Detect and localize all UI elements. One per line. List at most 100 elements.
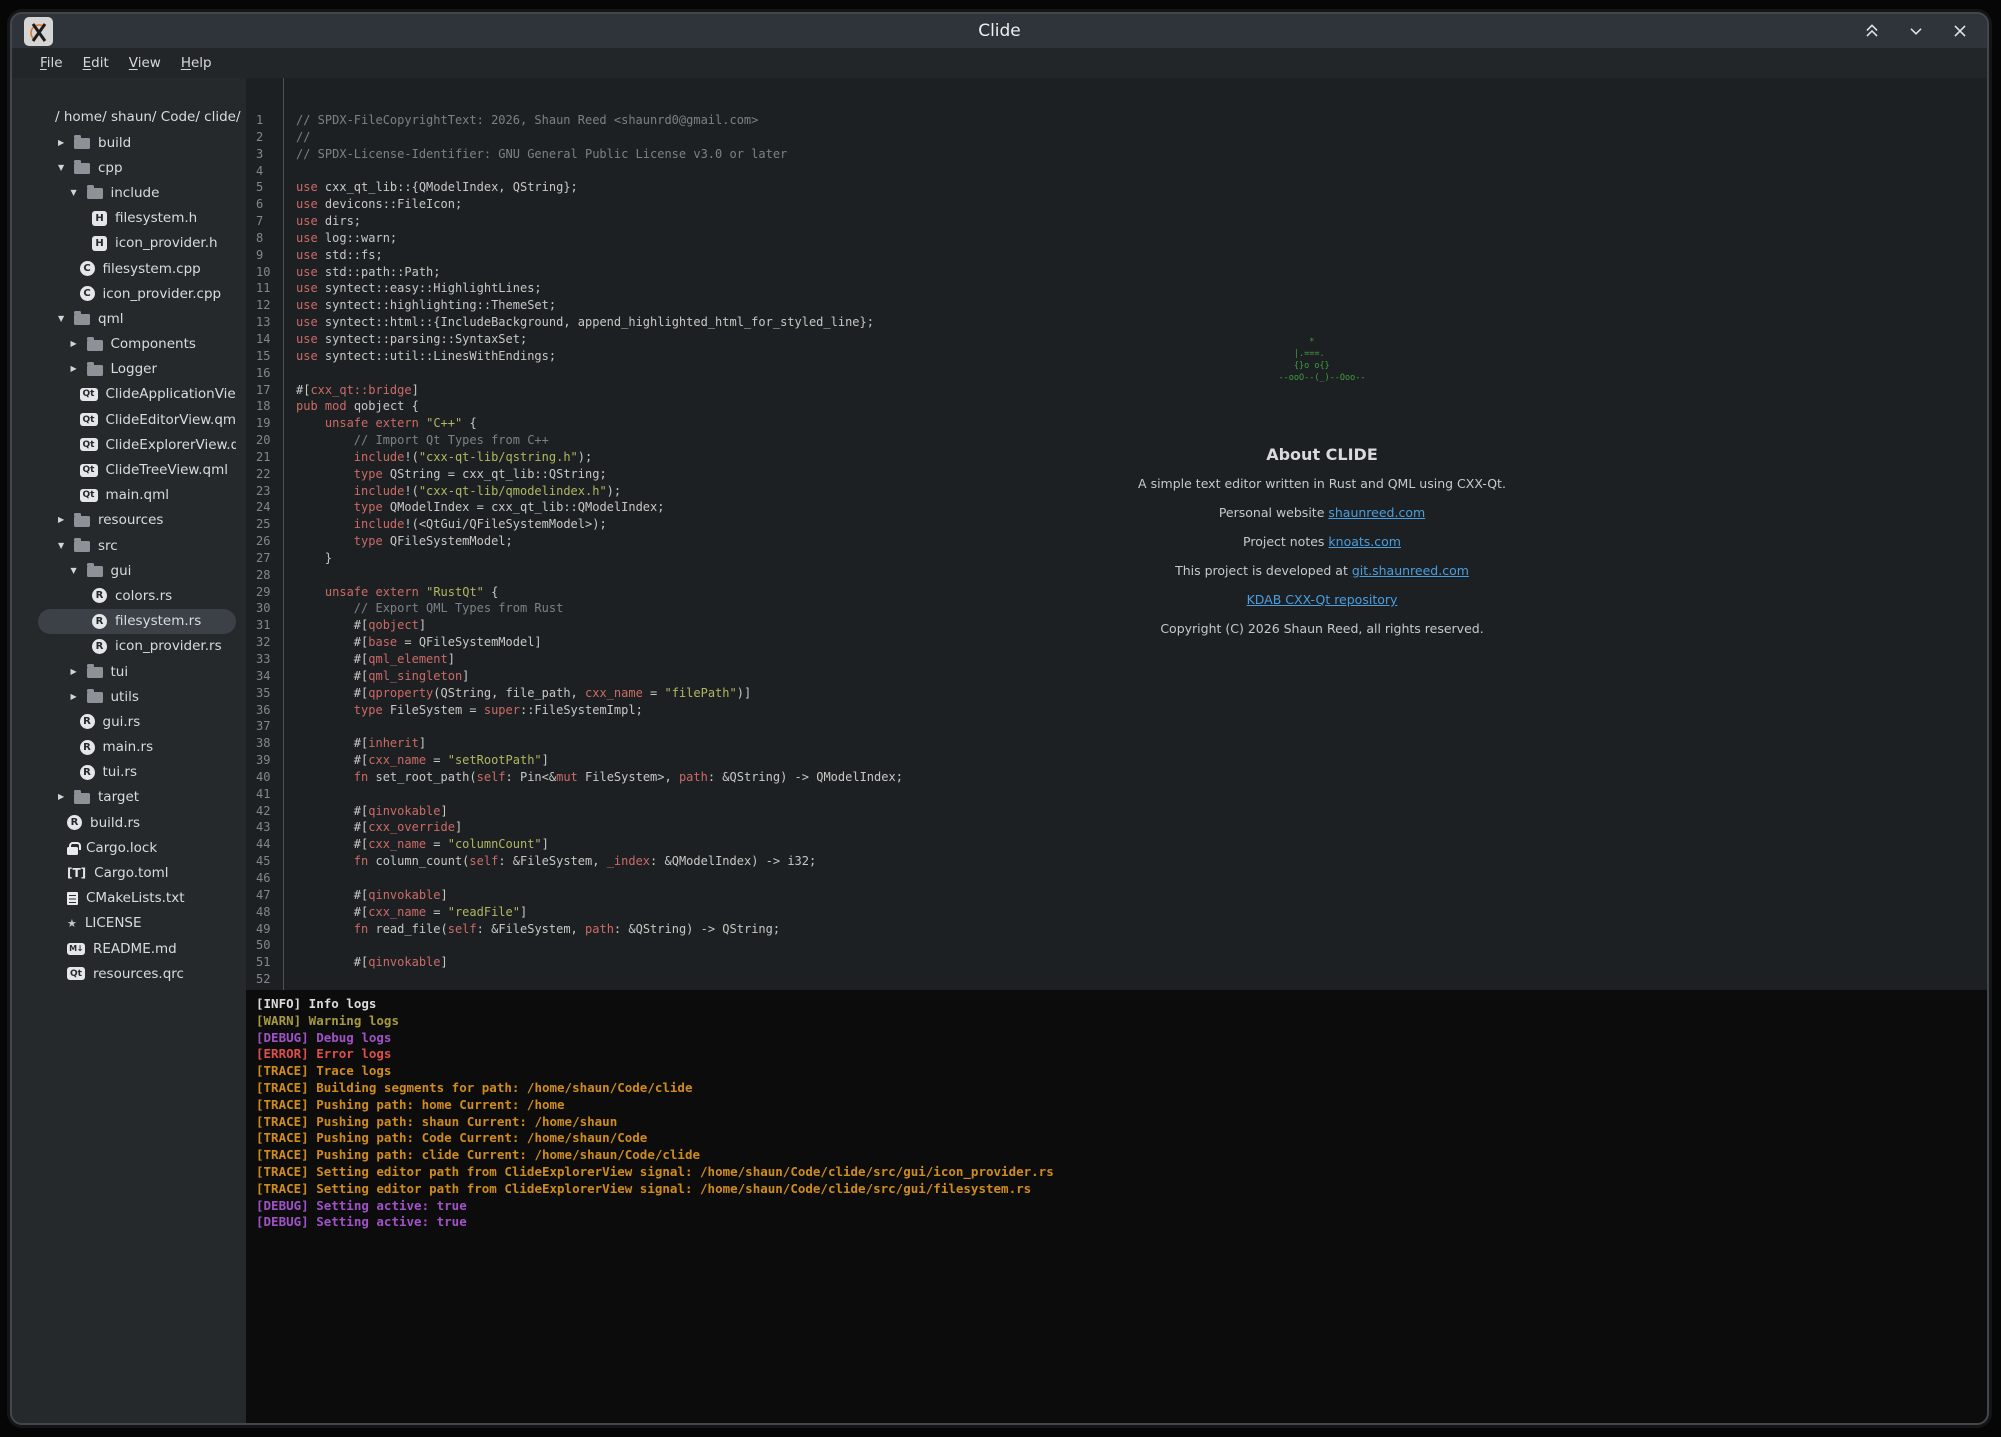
expand-arrow-icon[interactable]: ▶ (71, 340, 87, 348)
tree-item-icon_provider.h[interactable]: Hicon_provider.h (38, 231, 236, 256)
code-line[interactable]: 48 #[cxx_name = "readFile"] (246, 904, 1987, 921)
code-line-text[interactable]: #[cxx_name = "readFile"] (284, 904, 527, 921)
expand-arrow-icon[interactable]: ▶ (58, 139, 74, 147)
code-line-text[interactable] (284, 937, 303, 954)
shade-button[interactable] (1863, 22, 1881, 40)
code-line-text[interactable]: use syntect::html::{IncludeBackground, a… (284, 314, 874, 331)
tree-item-build[interactable]: ▶build (38, 130, 236, 155)
code-line-text[interactable]: #[qinvokable] (284, 887, 448, 904)
code-line[interactable]: 45 fn column_count(self: &FileSystem, _i… (246, 853, 1987, 870)
code-line-text[interactable]: #[qinvokable] (284, 803, 448, 820)
code-line[interactable]: 40 fn set_root_path(self: Pin<&mut FileS… (246, 769, 1987, 786)
tree-item-include[interactable]: ▼include (38, 180, 236, 205)
code-line[interactable]: 5use cxx_qt_lib::{QModelIndex, QString}; (246, 179, 1987, 196)
code-line[interactable]: 1// SPDX-FileCopyrightText: 2026, Shaun … (246, 112, 1987, 129)
code-line[interactable]: 3// SPDX-License-Identifier: GNU General… (246, 146, 1987, 163)
code-line[interactable]: 12use syntect::highlighting::ThemeSet; (246, 297, 1987, 314)
code-line[interactable]: 50 (246, 937, 1987, 954)
tree-item-ClideApplicationView.qml[interactable]: QtClideApplicationView.qml (38, 382, 236, 407)
tree-item-target[interactable]: ▶target (38, 785, 236, 810)
code-line[interactable]: 44 #[cxx_name = "columnCount"] (246, 836, 1987, 853)
code-line-text[interactable]: #[cxx_qt::bridge] (284, 382, 419, 399)
code-line-text[interactable]: // SPDX-FileCopyrightText: 2026, Shaun R… (284, 112, 758, 129)
menu-file[interactable]: File (30, 51, 73, 75)
code-line-text[interactable]: include!("cxx-qt-lib/qmodelindex.h"); (284, 483, 621, 500)
code-line[interactable]: 47 #[qinvokable] (246, 887, 1987, 904)
code-line-text[interactable]: #[qml_singleton] (284, 668, 469, 685)
tree-item-colors.rs[interactable]: Rcolors.rs (38, 583, 236, 608)
menu-view[interactable]: View (119, 51, 171, 75)
tree-item-src[interactable]: ▼src (38, 533, 236, 558)
code-line[interactable]: 46 (246, 870, 1987, 887)
code-line-text[interactable]: fn set_root_path(self: Pin<&mut FileSyst… (284, 769, 903, 786)
code-line-text[interactable]: #[cxx_name = "columnCount"] (284, 836, 549, 853)
tree-item-resources[interactable]: ▶resources (38, 508, 236, 533)
tree-item-filesystem.cpp[interactable]: Cfilesystem.cpp (38, 256, 236, 281)
code-line-text[interactable]: include!(<QtGui/QFileSystemModel>); (284, 516, 607, 533)
code-line-text[interactable] (284, 163, 303, 180)
tree-item-CMakeLists.txt[interactable]: CMakeLists.txt (38, 886, 236, 911)
code-line-text[interactable]: fn column_count(self: &FileSystem, _inde… (284, 853, 816, 870)
about-link[interactable]: shaunreed.com (1328, 505, 1425, 520)
code-line-text[interactable]: unsafe extern "C++" { (284, 415, 477, 432)
code-line-text[interactable] (284, 365, 303, 382)
code-line[interactable]: 52 (246, 971, 1987, 988)
code-line[interactable]: 13use syntect::html::{IncludeBackground,… (246, 314, 1987, 331)
tree-item-tui.rs[interactable]: Rtui.rs (38, 760, 236, 785)
code-line-text[interactable]: // (284, 129, 310, 146)
code-line-text[interactable]: #[qproperty(QString, file_path, cxx_name… (284, 685, 751, 702)
menu-edit[interactable]: Edit (73, 51, 119, 75)
code-line-text[interactable]: use syntect::util::LinesWithEndings; (284, 348, 556, 365)
code-line-text[interactable] (284, 718, 303, 735)
collapse-arrow-icon[interactable]: ▼ (71, 567, 87, 575)
code-line[interactable]: 11use syntect::easy::HighlightLines; (246, 280, 1987, 297)
code-line-text[interactable]: } (284, 550, 332, 567)
code-editor[interactable]: 1// SPDX-FileCopyrightText: 2026, Shaun … (246, 78, 1987, 990)
expand-arrow-icon[interactable]: ▶ (71, 693, 87, 701)
about-link[interactable]: KDAB CXX-Qt repository (1247, 592, 1398, 607)
tree-item-resources.qrc[interactable]: Qtresources.qrc (38, 961, 236, 986)
tree-item-ClideEditorView.qml[interactable]: QtClideEditorView.qml (38, 407, 236, 432)
code-line[interactable]: 9use std::fs; (246, 247, 1987, 264)
tree-item-icon_provider.cpp[interactable]: Cicon_provider.cpp (38, 281, 236, 306)
about-link[interactable]: knoats.com (1328, 534, 1401, 549)
tree-item-filesystem.h[interactable]: Hfilesystem.h (38, 206, 236, 231)
code-line-text[interactable] (284, 567, 303, 584)
code-line[interactable]: 41 (246, 786, 1987, 803)
collapse-arrow-icon[interactable]: ▼ (58, 315, 74, 323)
code-line-text[interactable]: unsafe extern "RustQt" { (284, 584, 498, 601)
tree-root-path[interactable]: / home/ shaun/ Code/ clide/ (12, 104, 246, 130)
code-line[interactable]: 39 #[cxx_name = "setRootPath"] (246, 752, 1987, 769)
tree-item-ClideExplorerView.qml[interactable]: QtClideExplorerView.qml (38, 432, 236, 457)
titlebar[interactable]: Clide (12, 14, 1987, 48)
code-line[interactable]: 7use dirs; (246, 213, 1987, 230)
code-line-text[interactable]: type FileSystem = super::FileSystemImpl; (284, 702, 643, 719)
code-line-text[interactable]: pub mod qobject { (284, 398, 419, 415)
code-line-text[interactable] (284, 786, 303, 803)
code-line-text[interactable]: type QModelIndex = cxx_qt_lib::QModelInd… (284, 499, 664, 516)
tree-item-qml[interactable]: ▼qml (38, 306, 236, 331)
tree-item-Logger[interactable]: ▶Logger (38, 357, 236, 382)
tree-item-build.rs[interactable]: Rbuild.rs (38, 810, 236, 835)
code-line-text[interactable]: #[cxx_name = "setRootPath"] (284, 752, 549, 769)
code-line[interactable]: 10use std::path::Path; (246, 264, 1987, 281)
code-line-text[interactable]: // SPDX-License-Identifier: GNU General … (284, 146, 787, 163)
code-line-text[interactable]: #[qinvokable] (284, 954, 448, 971)
code-line-text[interactable]: use log::warn; (284, 230, 397, 247)
code-line-text[interactable]: include!("cxx-qt-lib/qstring.h"); (284, 449, 592, 466)
code-line-text[interactable]: type QString = cxx_qt_lib::QString; (284, 466, 607, 483)
tree-item-utils[interactable]: ▶utils (38, 684, 236, 709)
code-line[interactable]: 8use log::warn; (246, 230, 1987, 247)
code-line-text[interactable]: // Export QML Types from Rust (284, 600, 563, 617)
tree-item-icon_provider.rs[interactable]: Ricon_provider.rs (38, 634, 236, 659)
tree-item-tui[interactable]: ▶tui (38, 659, 236, 684)
expand-arrow-icon[interactable]: ▶ (58, 516, 74, 524)
code-line-text[interactable] (284, 971, 303, 988)
code-line-text[interactable]: #[inherit] (284, 735, 426, 752)
code-line-text[interactable]: use cxx_qt_lib::{QModelIndex, QString}; (284, 179, 578, 196)
minimize-button[interactable] (1907, 22, 1925, 40)
code-line-text[interactable]: use dirs; (284, 213, 361, 230)
tree-item-main.qml[interactable]: Qtmain.qml (38, 483, 236, 508)
tree-item-Components[interactable]: ▶Components (38, 332, 236, 357)
code-line-text[interactable]: use std::path::Path; (284, 264, 441, 281)
